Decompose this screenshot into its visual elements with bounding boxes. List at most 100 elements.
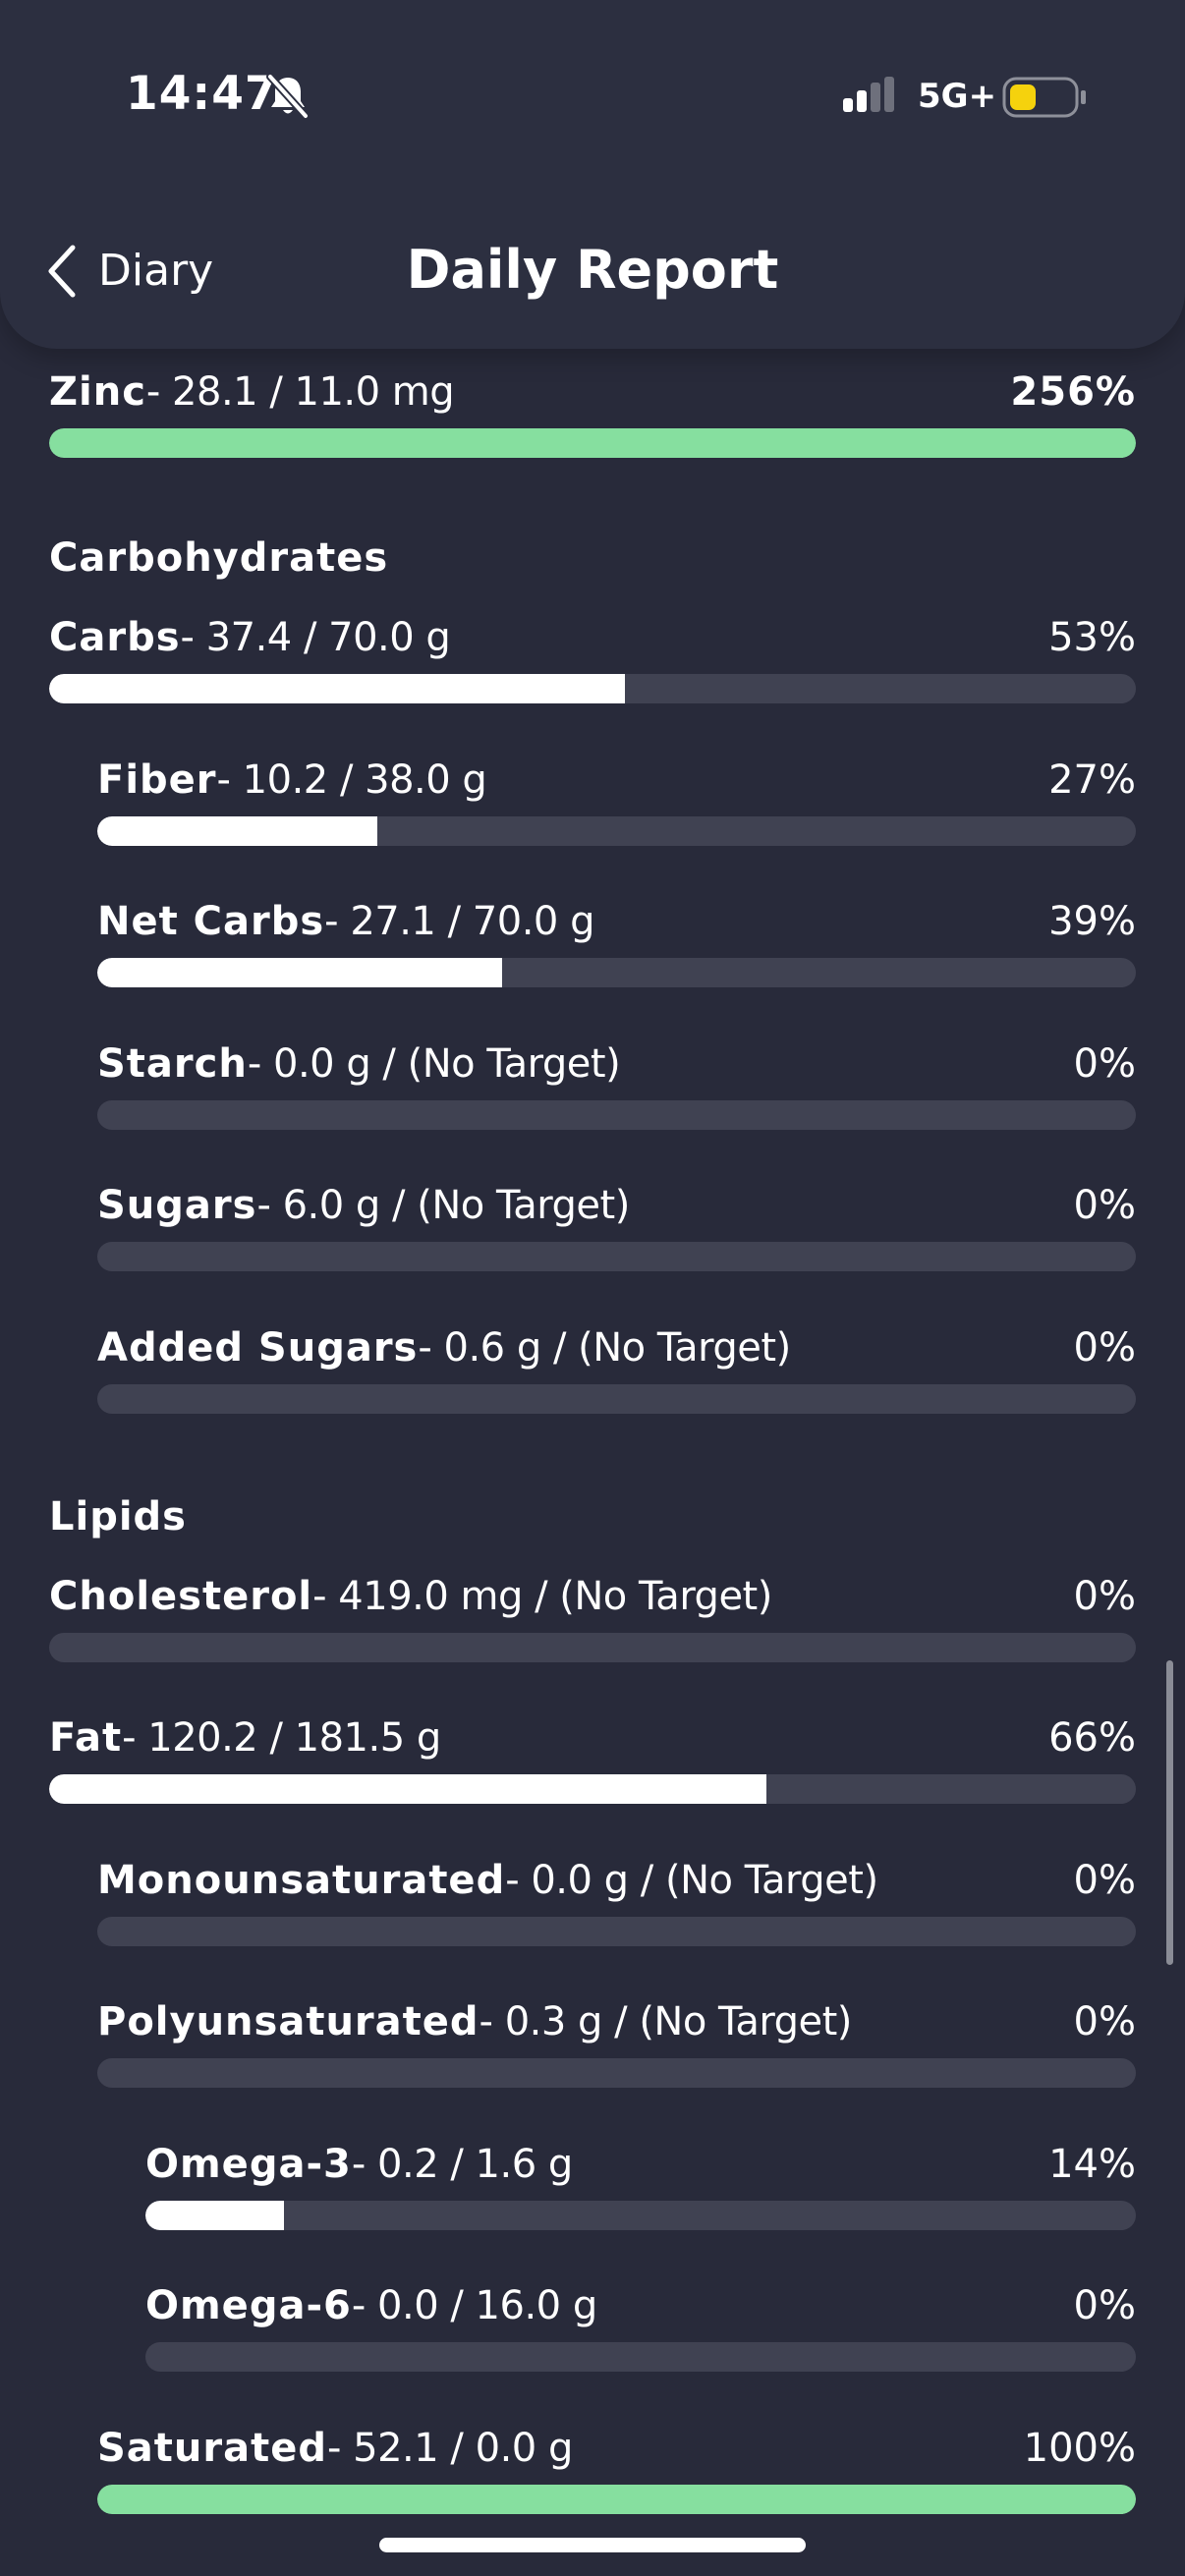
nutrient-label: Zinc- 28.1 / 11.0 mg [49,365,455,419]
nutrient-percent: 0% [1073,1858,1136,1903]
nutrient-percent: 0% [1073,1999,1136,2044]
status-bar: 14:47 5G+ [0,0,1185,187]
nutrient-row-net-carbs: Net Carbs- 27.1 / 70.0 g 39% [97,895,1136,993]
daily-report-screen: Zinc- 28.1 / 11.0 mg 256% Carbohydrates … [0,0,1185,2576]
progress-bar-fill [49,1774,766,1804]
page-title: Daily Report [406,239,779,301]
nutrient-amount: - 419.0 mg / (No Target) [312,1574,772,1619]
progress-bar-fill [97,958,503,987]
nutrient-amount: - 0.0 g / (No Target) [247,1041,621,1087]
nutrient-label: Cholesterol- 419.0 mg / (No Target) [49,1570,772,1623]
nutrient-row-sugars: Sugars- 6.0 g / (No Target) 0% [97,1179,1136,1277]
nutrient-row-starch: Starch- 0.0 g / (No Target) 0% [97,1037,1136,1136]
nutrient-percent: 0% [1073,1574,1136,1619]
progress-bar-fill [97,2485,1136,2514]
nutrient-percent: 100% [1023,2426,1136,2471]
nutrient-amount: - 0.0 / 16.0 g [351,2283,597,2328]
nutrient-label: Starch- 0.0 g / (No Target) [97,1037,621,1091]
nutrient-row-cholesterol: Cholesterol- 419.0 mg / (No Target) 0% [49,1570,1136,1668]
nutrient-percent: 0% [1073,1041,1136,1087]
nutrient-row-fat: Fat- 120.2 / 181.5 g 66% [49,1711,1136,1810]
nutrient-name: Carbs [49,615,181,660]
progress-bar [97,1242,1136,1271]
nutrient-row-monounsaturated: Monounsaturated- 0.0 g / (No Target) 0% [97,1854,1136,1952]
nutrient-label: Net Carbs- 27.1 / 70.0 g [97,895,594,948]
nutrient-row-carbs: Carbs- 37.4 / 70.0 g 53% [49,611,1136,709]
progress-bar [49,1774,1136,1804]
nutrient-percent: 0% [1073,1325,1136,1371]
status-time: 14:47 [126,67,278,121]
nutrient-name: Added Sugars [97,1325,419,1371]
cellular-signal-icon [843,77,894,112]
nutrient-amount: - 28.1 / 11.0 mg [145,369,455,415]
nutrient-row-fiber: Fiber- 10.2 / 38.0 g 27% [97,754,1136,852]
nutrient-row-saturated: Saturated- 52.1 / 0.0 g 100% [97,2422,1136,2520]
nutrient-name: Zinc [49,369,146,415]
nutrient-amount: - 0.3 g / (No Target) [479,1999,853,2044]
progress-bar [97,2058,1136,2088]
nutrient-percent: 14% [1048,2142,1136,2187]
progress-bar [49,428,1136,458]
nutrient-percent: 27% [1048,757,1136,803]
battery-level [1010,84,1036,110]
nutrient-name: Monounsaturated [97,1858,506,1903]
nutrient-label: Carbs- 37.4 / 70.0 g [49,611,451,664]
nutrient-percent: 0% [1073,1183,1136,1228]
progress-bar-fill [145,2201,285,2230]
nutrient-amount: - 27.1 / 70.0 g [324,899,594,944]
nutrient-amount: - 120.2 / 181.5 g [122,1715,441,1761]
progress-bar [49,1633,1136,1662]
nutrient-name: Omega-3 [145,2142,352,2187]
progress-bar [97,2485,1136,2514]
progress-bar [97,1384,1136,1414]
progress-bar [97,958,1136,987]
nutrient-name: Net Carbs [97,899,325,944]
nutrient-amount: - 52.1 / 0.0 g [327,2426,573,2471]
nutrient-label: Monounsaturated- 0.0 g / (No Target) [97,1854,878,1907]
progress-bar [97,1100,1136,1130]
nutrient-row-polyunsaturated: Polyunsaturated- 0.3 g / (No Target) 0% [97,1995,1136,2094]
report-content[interactable]: Zinc- 28.1 / 11.0 mg 256% Carbohydrates … [0,0,1185,2576]
nutrient-amount: - 0.2 / 1.6 g [351,2142,573,2187]
progress-bar [145,2342,1136,2372]
battery-icon [1002,77,1086,118]
nutrient-label: Sugars- 6.0 g / (No Target) [97,1179,630,1232]
progress-bar [97,1917,1136,1946]
nutrient-name: Fat [49,1715,123,1761]
nutrient-amount: - 0.6 g / (No Target) [418,1325,791,1371]
nutrient-row-omega-3: Omega-3- 0.2 / 1.6 g 14% [145,2138,1136,2236]
section-title-lipids: Lipids [49,1494,187,1540]
progress-bar-fill [49,428,1136,458]
nutrient-name: Omega-6 [145,2283,352,2328]
nutrient-label: Fiber- 10.2 / 38.0 g [97,754,487,807]
scroll-indicator[interactable] [1166,1660,1173,1965]
network-type: 5G+ [918,77,997,116]
nutrient-label: Omega-3- 0.2 / 1.6 g [145,2138,573,2191]
nutrient-row-omega-6: Omega-6- 0.0 / 16.0 g 0% [145,2279,1136,2378]
nutrient-label: Saturated- 52.1 / 0.0 g [97,2422,573,2475]
nutrient-percent: 53% [1048,615,1136,660]
bell-muted-icon [266,73,310,120]
nutrient-name: Sugars [97,1183,257,1228]
nutrient-name: Fiber [97,757,217,803]
nutrient-name: Saturated [97,2426,327,2471]
home-indicator[interactable] [379,2538,806,2552]
nutrient-amount: - 0.0 g / (No Target) [505,1858,878,1903]
nutrient-name: Cholesterol [49,1574,313,1619]
section-title-carbohydrates: Carbohydrates [49,535,389,581]
nutrient-name: Polyunsaturated [97,1999,480,2044]
nutrient-label: Polyunsaturated- 0.3 g / (No Target) [97,1995,852,2048]
nutrient-name: Starch [97,1041,248,1087]
nutrient-percent: 0% [1073,2283,1136,2328]
nutrient-amount: - 10.2 / 38.0 g [216,757,487,803]
nutrient-amount: - 6.0 g / (No Target) [256,1183,630,1228]
nutrient-row-added-sugars: Added Sugars- 0.6 g / (No Target) 0% [97,1321,1136,1420]
progress-bar [49,674,1136,703]
nutrient-amount: - 37.4 / 70.0 g [180,615,451,660]
nutrient-label: Fat- 120.2 / 181.5 g [49,1711,441,1764]
nutrient-percent: 256% [1010,369,1136,415]
navigation-header: 14:47 5G+ Diary Daily Report [0,0,1185,349]
progress-bar-fill [49,674,626,703]
nutrient-row-zinc: Zinc- 28.1 / 11.0 mg 256% [49,365,1136,464]
progress-bar [97,816,1136,846]
